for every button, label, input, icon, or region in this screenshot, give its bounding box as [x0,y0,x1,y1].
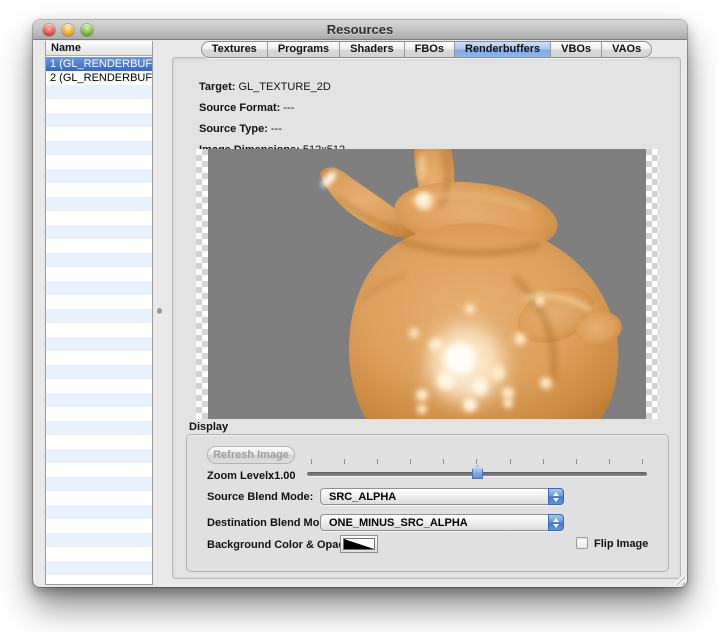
slider-tick [510,459,511,464]
arrow-down-icon [553,524,559,528]
bunny-render [208,149,646,419]
tab-textures[interactable]: Textures [202,42,268,57]
slider-tick [344,459,345,464]
slider-tick [576,459,577,464]
zoom-level-value: x1.00 [268,470,296,482]
background-color-label: Background Color & Opacity: [207,539,361,551]
zoom-level-label: Zoom Level: [207,470,272,482]
slider-tick [443,459,444,464]
zoom-button[interactable] [81,24,93,36]
tab-fbos[interactable]: FBOs [405,42,455,57]
popup-stepper-icon [548,488,564,505]
tab-vbos[interactable]: VBOs [551,42,602,57]
close-button[interactable] [43,24,55,36]
source-format-row: Source Format:--- [199,102,294,115]
tab-bar-wrap: TexturesProgramsShadersFBOsRenderbuffers… [172,41,681,58]
source-blend-label: Source Blend Mode: [207,491,313,503]
opacity-wedge-icon [343,538,375,550]
tab-bar: TexturesProgramsShadersFBOsRenderbuffers… [201,41,652,58]
slider-tick [543,459,544,464]
flip-image-label: Flip Image [594,538,648,550]
texture-preview-view [196,149,659,419]
arrow-down-icon [553,498,559,502]
source-type-row: Source Type:--- [199,123,282,136]
zoom-slider-thumb[interactable] [472,465,483,479]
slider-tick [642,459,643,464]
source-type-value: --- [271,123,282,135]
popup-stepper-icon [548,514,564,531]
arrow-up-icon [553,492,559,496]
main-pane: Target:GL_TEXTURE_2D Source Format:--- S… [172,57,681,579]
flip-image-checkbox[interactable] [576,537,588,549]
dest-blend-popup[interactable]: ONE_MINUS_SRC_ALPHA [320,514,564,531]
source-blend-popup[interactable]: SRC_ALPHA [320,488,564,505]
sidebar-name-header[interactable]: Name [46,41,152,56]
refresh-image-button[interactable]: Refresh Image [207,446,295,464]
tab-renderbuffers[interactable]: Renderbuffers [455,42,551,57]
zoom-slider[interactable] [307,459,647,481]
resources-window: Resources Name 1 (GL_RENDERBUFFE...2 (GL… [33,20,687,587]
resource-sidebar: Name 1 (GL_RENDERBUFFE...2 (GL_RENDERBUF… [45,41,153,585]
tab-shaders[interactable]: Shaders [340,42,404,57]
window-title: Resources [33,20,687,40]
source-type-label: Source Type: [199,123,268,135]
slider-ticks [311,459,643,464]
tab-vaos[interactable]: VAOs [602,42,651,57]
minimize-button[interactable] [62,24,74,36]
dest-blend-label: Destination Blend Mode: [207,517,336,529]
dest-blend-value: ONE_MINUS_SRC_ALPHA [321,517,548,529]
target-label: Target: [199,81,235,93]
slider-tick [476,459,477,464]
resource-list: 1 (GL_RENDERBUFFE...2 (GL_RENDERBUFFE... [46,57,152,584]
slider-tick [410,459,411,464]
slider-tick [377,459,378,464]
arrow-up-icon [553,518,559,522]
target-row: Target:GL_TEXTURE_2D [199,81,331,94]
texture-image-bunny [208,149,646,419]
tab-programs[interactable]: Programs [268,42,340,57]
title-bar[interactable]: Resources [33,20,687,40]
slider-tick [609,459,610,464]
target-value: GL_TEXTURE_2D [238,81,330,93]
list-item[interactable]: 1 (GL_RENDERBUFFE... [46,57,152,71]
list-item[interactable]: 2 (GL_RENDERBUFFE... [46,71,152,85]
slider-tick [311,459,312,464]
display-section-label: Display [189,421,228,433]
source-format-label: Source Format: [199,102,280,114]
source-format-value: --- [283,102,294,114]
display-groupbox: Refresh Image Zoom Level: x1.00 Source B… [186,434,669,572]
background-color-well[interactable] [340,535,378,553]
window-content: Name 1 (GL_RENDERBUFFE...2 (GL_RENDERBUF… [33,41,687,587]
splitter-handle[interactable] [157,308,162,314]
source-blend-value: SRC_ALPHA [321,491,548,503]
desktop: Resources Name 1 (GL_RENDERBUFFE...2 (GL… [0,0,719,632]
